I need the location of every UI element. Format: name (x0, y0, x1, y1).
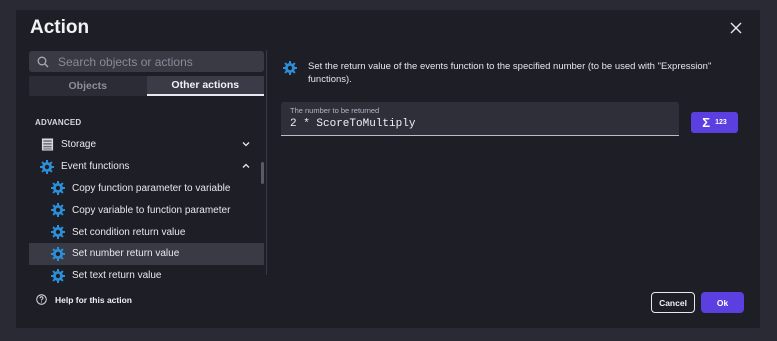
storage-icon (40, 138, 54, 152)
chevron-up-icon[interactable] (242, 162, 250, 170)
expression-editor-button[interactable]: Σ 123 (691, 112, 738, 133)
gear-icon (51, 246, 65, 261)
dialog-title: Action (30, 17, 90, 38)
list-item-label: Set number return value (72, 248, 180, 260)
number-field-label: The number to be returned (290, 106, 380, 115)
tab-other-actions[interactable]: Other actions (146, 76, 264, 96)
tab-objects[interactable]: Objects (29, 76, 147, 96)
close-button[interactable] (726, 18, 746, 38)
list-item-set-condition-return[interactable]: Set condition return value (29, 221, 264, 243)
list-item-set-text-return[interactable]: Set text return value (29, 265, 264, 287)
help-label: Help for this action (55, 294, 132, 305)
gear-icon (51, 203, 65, 218)
list-item-copy-variable-to-param[interactable]: Copy variable to function parameter (29, 199, 264, 221)
action-description: Set the return value of the events funct… (308, 61, 712, 85)
gear-icon (283, 61, 297, 75)
list-item-event-functions[interactable]: Event functions (29, 156, 264, 178)
help-icon (36, 294, 47, 305)
list-item-label: Set condition return value (72, 226, 186, 238)
list-item-label: Copy function parameter to variable (72, 182, 231, 194)
gear-icon (40, 159, 54, 174)
section-label-advanced: ADVANCED (35, 118, 82, 127)
action-list: Storage Event functions Copy function pa… (29, 134, 264, 287)
list-item-label: Event functions (61, 161, 130, 173)
search-bar[interactable] (29, 51, 264, 72)
gear-icon (51, 181, 65, 196)
cancel-button[interactable]: Cancel (651, 292, 695, 313)
search-input[interactable] (58, 54, 248, 69)
gear-icon (51, 225, 65, 240)
close-icon (730, 22, 742, 34)
list-item-label: Set text return value (72, 270, 162, 282)
tab-bar: Objects Other actions (29, 76, 264, 96)
number-field[interactable]: The number to be returned 2 * ScoreToMul… (281, 102, 679, 136)
list-item-label: Copy variable to function parameter (72, 204, 231, 216)
action-dialog: Action Objects Other actions ADVANCED (16, 10, 760, 328)
list-item-label: Storage (61, 139, 97, 151)
expression-button-label: 123 (715, 119, 727, 126)
help-link[interactable]: Help for this action (36, 294, 132, 305)
gear-icon (51, 268, 65, 283)
list-item-copy-param-to-variable[interactable]: Copy function parameter to variable (29, 178, 264, 200)
chevron-down-icon[interactable] (242, 140, 250, 148)
number-field-value[interactable]: 2 * ScoreToMultiply (290, 118, 415, 130)
list-item-storage[interactable]: Storage (29, 134, 264, 156)
search-icon (37, 56, 49, 67)
list-scrollbar[interactable] (261, 162, 264, 184)
sigma-icon: Σ (702, 115, 711, 130)
ok-button[interactable]: Ok (701, 292, 744, 313)
panel-divider (266, 50, 267, 275)
list-item-set-number-return[interactable]: Set number return value (29, 242, 264, 265)
action-browser: Objects Other actions ADVANCED Storage (29, 50, 264, 283)
